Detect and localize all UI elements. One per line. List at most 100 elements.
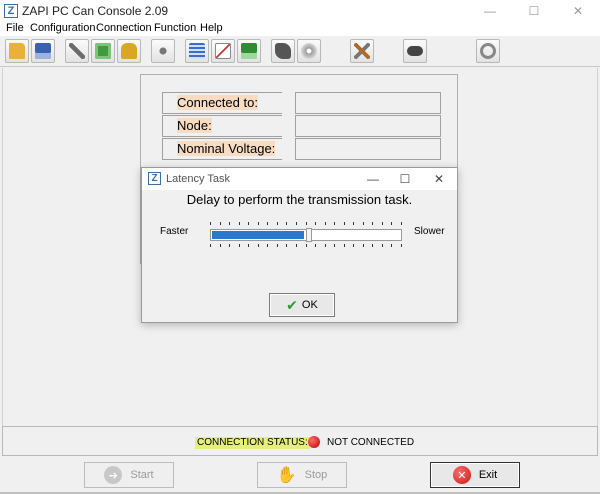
green-save-button[interactable] [237, 39, 261, 63]
tools-button[interactable] [65, 39, 89, 63]
can-button[interactable] [271, 39, 295, 63]
dialog-titlebar: Z Latency Task — ☐ ✕ [142, 168, 457, 190]
info-value-node [295, 115, 441, 137]
open-button[interactable] [5, 39, 29, 63]
board-button[interactable] [91, 39, 115, 63]
slower-label: Slower [414, 226, 445, 237]
slider-tick [239, 244, 240, 247]
dialog-close-button[interactable]: ✕ [423, 168, 455, 190]
slider-tick [382, 244, 383, 247]
slider-tick [353, 222, 354, 225]
slider-tick [391, 244, 392, 247]
connection-status-label: CONNECTION STATUS: [195, 437, 310, 449]
cd-disc-icon [301, 43, 317, 59]
main-titlebar: Z ZAPI PC Can Console 2.09 — ☐ ✕ [0, 0, 600, 22]
network-button[interactable] [151, 39, 175, 63]
window-title: ZAPI PC Can Console 2.09 [22, 4, 169, 18]
ok-button[interactable]: ✔ OK [269, 293, 335, 317]
slider-tick [391, 222, 392, 225]
stop-button[interactable]: ✋ Stop [257, 462, 347, 488]
slider-thumb[interactable] [306, 228, 312, 242]
slider-tick [334, 244, 335, 247]
start-button[interactable]: ➜ Start [84, 462, 174, 488]
toolbar [0, 36, 600, 67]
info-label-connected: Connected to: [162, 92, 282, 114]
save-disk-icon [35, 43, 51, 59]
arrow-right-icon: ➜ [104, 466, 123, 484]
slider-tick [258, 222, 259, 225]
slider-tick [363, 244, 364, 247]
exit-label: Exit [478, 469, 498, 481]
close-button[interactable]: ✕ [556, 0, 600, 22]
slider-tick [277, 244, 278, 247]
slider-tick [353, 244, 354, 247]
zapi-logo-icon: Z [4, 4, 18, 18]
settings-tools-button[interactable] [350, 39, 374, 63]
refresh-button[interactable] [476, 39, 500, 63]
disc-button[interactable] [297, 39, 321, 63]
circuit-board-icon [95, 43, 111, 59]
wrench-tools-icon [69, 43, 85, 59]
menu-function[interactable]: Function [154, 22, 196, 34]
chart-button[interactable] [211, 39, 235, 63]
slider-tick [372, 222, 373, 225]
slider-tick [315, 244, 316, 247]
slider-tick [334, 222, 335, 225]
minimize-button[interactable]: — [468, 0, 512, 22]
lock-button[interactable] [117, 39, 141, 63]
slider-tick [296, 244, 297, 247]
slider-tick [401, 222, 402, 225]
monitor-button[interactable] [185, 39, 209, 63]
slider-tick [267, 244, 268, 247]
dialog-maximize-button[interactable]: ☐ [389, 168, 421, 190]
slider-tick [306, 222, 307, 225]
latency-slider[interactable] [208, 222, 404, 248]
slider-fill [212, 231, 304, 239]
faster-label: Faster [160, 226, 189, 237]
dialog-message: Delay to perform the transmission task. [186, 192, 413, 207]
slider-tick [401, 244, 402, 247]
gamepad-icon [407, 46, 423, 56]
menu-help[interactable]: Help [200, 22, 223, 34]
ok-label: OK [301, 299, 318, 311]
menu-bar: File Configuration Connection Function H… [0, 22, 600, 36]
open-folder-icon [9, 43, 25, 59]
menu-connection[interactable]: Connection [96, 22, 152, 34]
padlock-icon [121, 43, 137, 59]
info-value-voltage [295, 138, 441, 160]
slider-tick [258, 244, 259, 247]
slider-ticks-top [210, 222, 402, 226]
dialog-minimize-button[interactable]: — [357, 168, 389, 190]
slider-tick [306, 244, 307, 247]
line-chart-icon [215, 43, 231, 59]
checkmark-icon: ✔ [286, 296, 298, 313]
slider-ticks-bottom [210, 244, 402, 248]
green-disk-icon [241, 43, 257, 59]
slider-tick [363, 222, 364, 225]
network-nodes-icon [155, 43, 171, 59]
slider-tick [229, 222, 230, 225]
info-label-voltage: Nominal Voltage: [162, 138, 282, 160]
menu-configuration[interactable]: Configuration [30, 22, 95, 34]
slider-tick [277, 222, 278, 225]
slider-tick [286, 244, 287, 247]
save-button[interactable] [31, 39, 55, 63]
refresh-cycle-icon [480, 43, 496, 59]
maximize-button[interactable]: ☐ [512, 0, 556, 22]
latency-task-dialog: Z Latency Task — ☐ ✕ Delay to perform th… [141, 167, 458, 323]
exit-x-icon: ✕ [452, 466, 471, 484]
gamepad-button[interactable] [403, 39, 427, 63]
slider-tick [210, 244, 211, 247]
slider-tick [344, 222, 345, 225]
exit-button[interactable]: ✕ Exit [430, 462, 520, 488]
status-indicator-icon [308, 436, 320, 448]
slider-tick [325, 244, 326, 247]
dialog-title: Latency Task [166, 173, 231, 185]
slider-tick [220, 244, 221, 247]
slider-tick [248, 222, 249, 225]
slider-tick [210, 222, 211, 225]
slider-tick [286, 222, 287, 225]
zapi-logo-icon: Z [148, 172, 161, 185]
menu-file[interactable]: File [6, 22, 24, 34]
slider-tick [229, 244, 230, 247]
